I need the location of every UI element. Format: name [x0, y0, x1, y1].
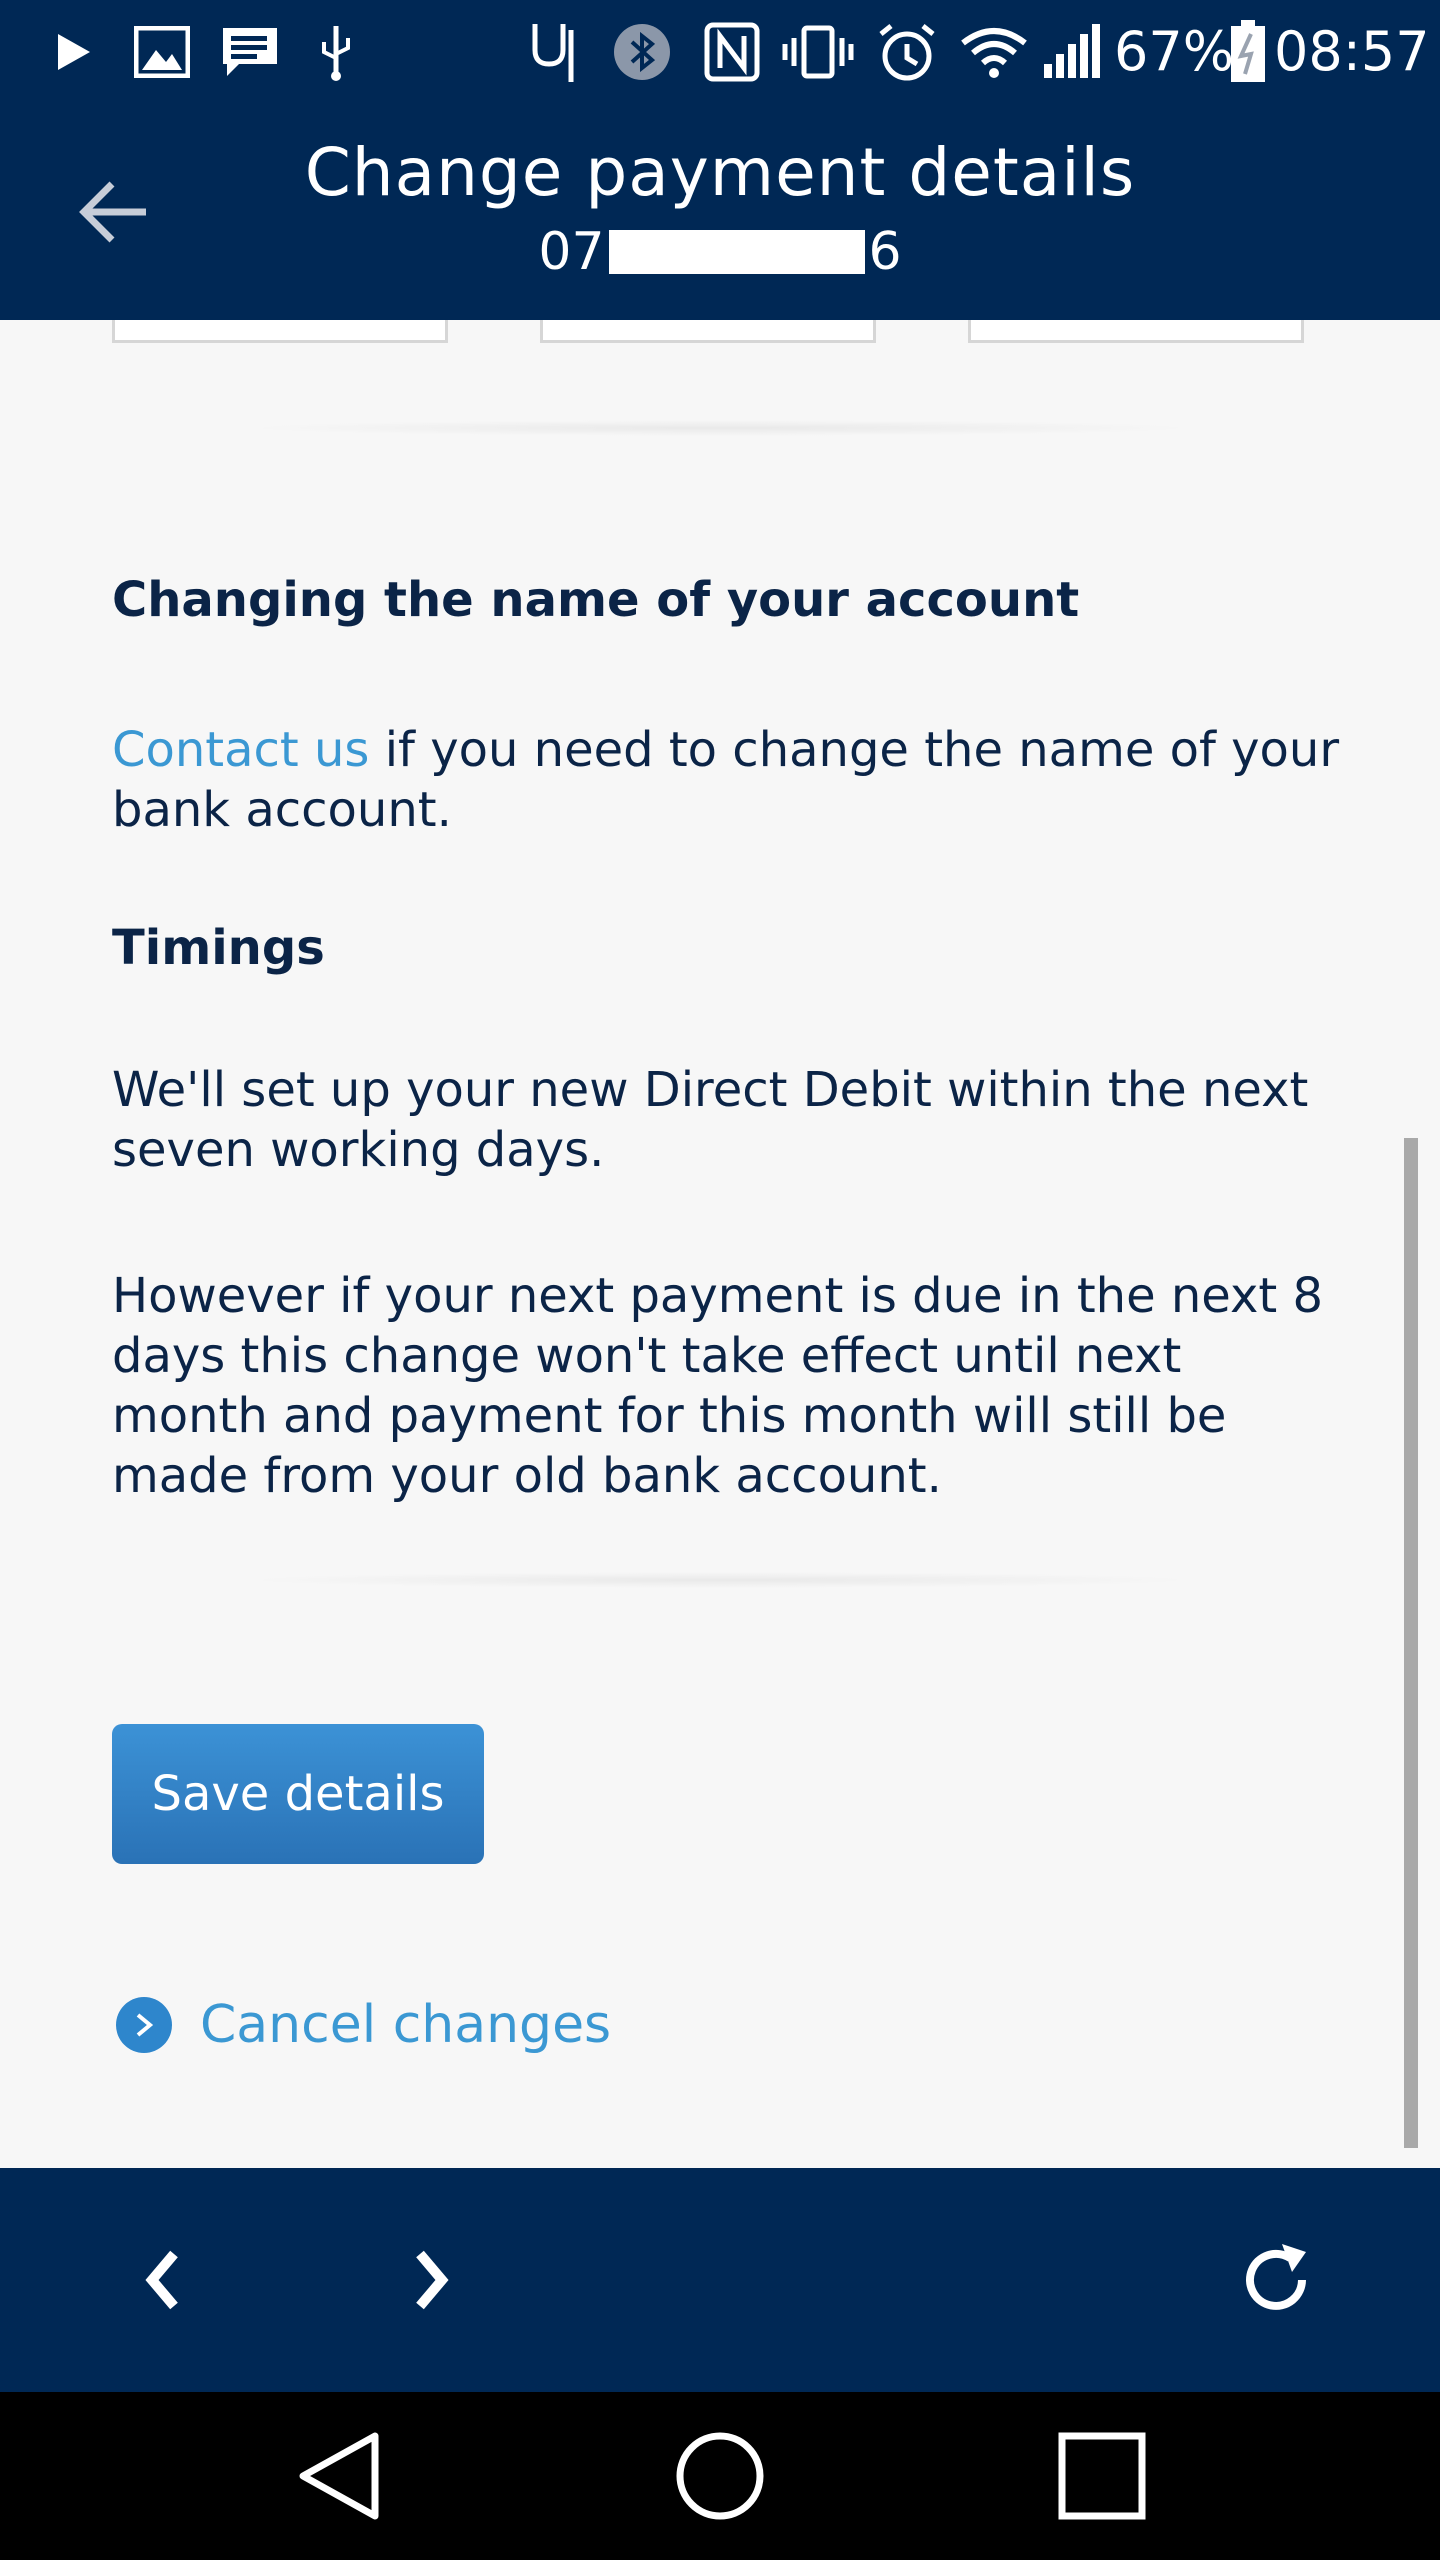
cancel-changes-link[interactable]: Cancel changes: [116, 1990, 611, 2060]
redacted-block: [608, 230, 865, 274]
battery-charging-icon: [1226, 14, 1270, 90]
account-number: 07 6: [0, 222, 1440, 282]
refresh-button[interactable]: [1216, 2220, 1336, 2340]
chevron-left-icon: [145, 2250, 178, 2310]
play-icon: [48, 14, 100, 90]
bluetooth-icon: [610, 14, 674, 90]
wifi-icon: [958, 14, 1030, 90]
battery-percent: 67%: [1114, 20, 1235, 83]
chevron-right-circle-icon: [116, 1997, 172, 2053]
alarm-icon: [874, 14, 940, 90]
page-content: Changing the name of your account Contac…: [0, 320, 1440, 2168]
status-bar: 67% 08:57: [0, 0, 1440, 104]
browser-toolbar: [0, 2168, 1440, 2392]
browser-back-button[interactable]: [102, 2220, 222, 2340]
account-number-suffix: 6: [868, 222, 902, 282]
image-icon: [130, 14, 194, 90]
contact-paragraph: Contact us if you need to change the nam…: [112, 720, 1352, 840]
input-field-stub[interactable]: [112, 320, 448, 343]
usb-icon: [312, 14, 360, 90]
refresh-icon: [1246, 2244, 1306, 2310]
system-navigation-bar: [0, 2392, 1440, 2560]
browser-forward-button[interactable]: [372, 2220, 492, 2340]
section-divider: [240, 420, 1200, 436]
app-header: Change payment details 07 6: [0, 104, 1440, 320]
account-number-prefix: 07: [538, 222, 605, 282]
chevron-right-icon: [416, 2250, 449, 2310]
message-icon: [218, 14, 282, 90]
page-title: Change payment details: [304, 134, 1136, 211]
cancel-changes-label: Cancel changes: [200, 1995, 612, 2055]
circle-home-icon: [676, 2432, 764, 2520]
nav-home-button[interactable]: [650, 2412, 790, 2540]
clock-time: 08:57: [1274, 20, 1430, 83]
timings-paragraph-2: However if your next payment is due in t…: [112, 1268, 1323, 1504]
input-field-stub[interactable]: [540, 320, 876, 343]
input-field-stub[interactable]: [968, 320, 1304, 343]
vibrate-icon: [780, 14, 856, 90]
nav-recents-button[interactable]: [1032, 2412, 1172, 2540]
square-recents-icon: [1058, 2432, 1146, 2520]
nav-back-button[interactable]: [270, 2412, 410, 2540]
triangle-back-icon: [299, 2432, 379, 2520]
account-name-heading: Changing the name of your account: [112, 572, 1080, 628]
timings-heading: Timings: [112, 920, 325, 976]
timings-paragraph-1: We'll set up your new Direct Debit withi…: [112, 1062, 1309, 1178]
nfc-icon: [700, 14, 764, 90]
signal-icon: [1040, 14, 1104, 90]
headset-icon: [524, 14, 580, 90]
section-divider: [240, 1572, 1200, 1588]
scrollbar[interactable]: [1404, 1138, 1418, 2148]
save-details-button[interactable]: Save details: [112, 1724, 484, 1864]
contact-us-link[interactable]: Contact us: [112, 722, 369, 778]
